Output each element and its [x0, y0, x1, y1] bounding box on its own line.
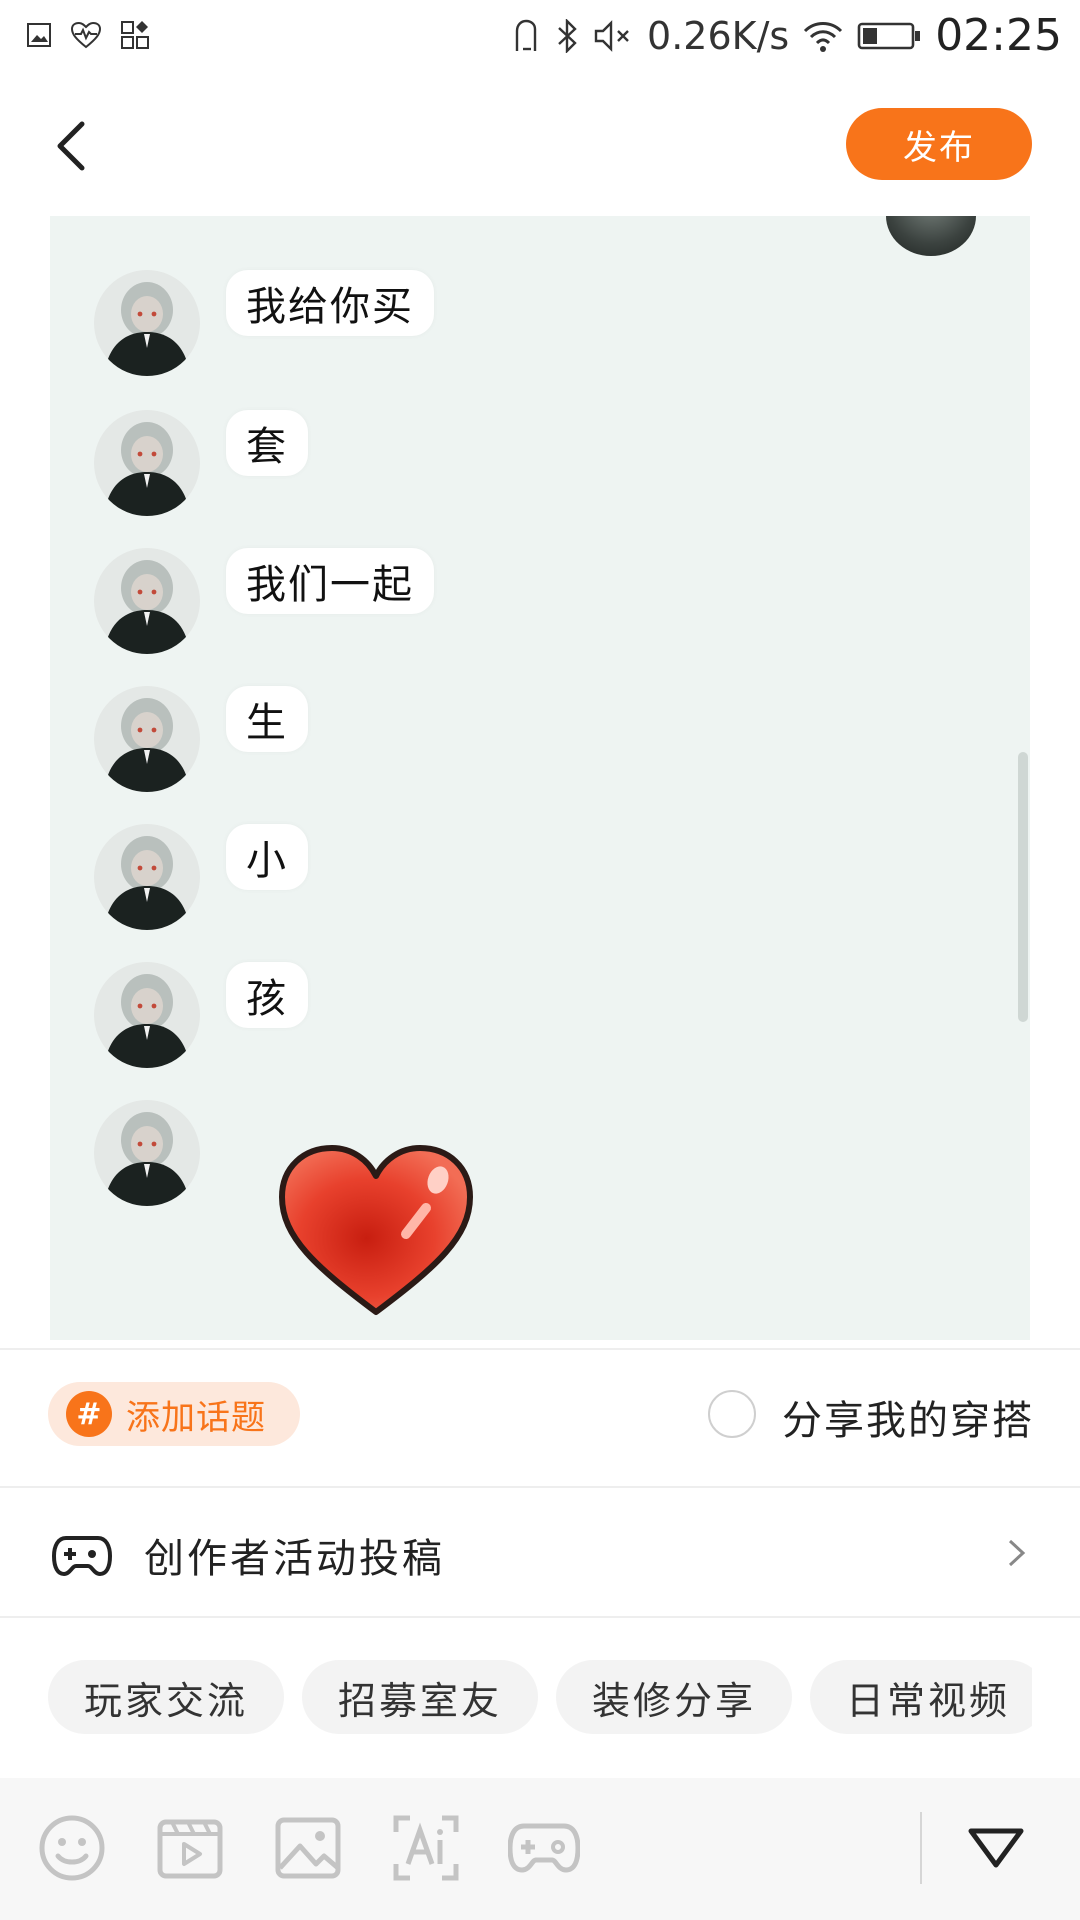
status-bar: 0.26K/s 02:25 [0, 0, 1080, 72]
video-icon[interactable] [154, 1812, 226, 1884]
chat-bubble: 孩 [226, 962, 308, 1028]
scrollbar[interactable] [1018, 752, 1028, 1022]
divider [0, 1616, 1080, 1618]
divider [0, 1486, 1080, 1488]
avatar [94, 410, 200, 516]
topic-tags: 玩家交流 招募室友 装修分享 日常视频 [48, 1660, 1032, 1736]
chat-message: 生 [94, 686, 794, 796]
post-image[interactable]: 我给你买 套 我们一起 生 小 孩 [50, 216, 1030, 1340]
avatar [94, 1100, 200, 1206]
tag-chip[interactable]: 玩家交流 [48, 1660, 285, 1734]
emoji-icon[interactable] [36, 1812, 108, 1884]
chat-message: 孩 [94, 962, 794, 1072]
creator-activity-label[interactable]: 创作者活动投稿 [144, 1526, 445, 1584]
heart-sticker-icon [279, 1145, 473, 1315]
avatar [94, 548, 200, 654]
game-controller-icon[interactable] [508, 1812, 580, 1884]
toolbar-divider [920, 1812, 922, 1884]
bottom-toolbar [0, 1778, 1080, 1920]
tag-chip[interactable]: 日常视频 [810, 1660, 1032, 1734]
collapse-keyboard-icon[interactable] [966, 1826, 1026, 1870]
chat-message: 套 [94, 410, 794, 520]
heart-rate-icon [70, 21, 102, 49]
apps-icon [121, 21, 149, 49]
avatar [94, 270, 200, 376]
add-topic-button[interactable]: # 添加话题 [48, 1382, 300, 1446]
avatar [94, 962, 200, 1068]
add-topic-label: 添加话题 [126, 1397, 266, 1438]
avatar [886, 216, 976, 256]
chevron-right-icon[interactable] [1006, 1538, 1028, 1568]
bluetooth-icon [558, 18, 577, 53]
chat-bubble: 小 [226, 824, 308, 890]
share-outfit-label[interactable]: 分享我的穿搭 [782, 1388, 1034, 1446]
chat-message: 小 [94, 824, 794, 934]
chat-bubble: 生 [226, 686, 308, 752]
ai-text-icon[interactable] [390, 1812, 462, 1884]
nfc-icon [515, 19, 537, 51]
chat-bubble: 我们一起 [226, 548, 434, 614]
gallery-icon [27, 23, 51, 47]
hashtag-icon: # [66, 1391, 112, 1437]
share-outfit-radio[interactable] [708, 1390, 756, 1438]
tag-chip[interactable]: 招募室友 [302, 1660, 539, 1734]
avatar [94, 824, 200, 930]
chat-message: 我给你买 [94, 270, 794, 380]
publish-button[interactable]: 发布 [846, 108, 1032, 180]
image-icon[interactable] [272, 1812, 344, 1884]
chat-bubble: 套 [226, 410, 308, 476]
battery-icon [857, 22, 921, 49]
back-icon[interactable] [44, 116, 104, 176]
divider [0, 1348, 1080, 1350]
chat-bubble: 我给你买 [226, 270, 434, 336]
gamepad-icon [52, 1536, 112, 1577]
tag-chip[interactable]: 装修分享 [556, 1660, 793, 1734]
network-speed: 0.26K/s [647, 13, 790, 58]
mute-icon [594, 19, 629, 52]
wifi-icon [804, 21, 843, 52]
chat-message: 我们一起 [94, 548, 794, 658]
avatar [94, 686, 200, 792]
clock: 02:25 [935, 10, 1062, 61]
